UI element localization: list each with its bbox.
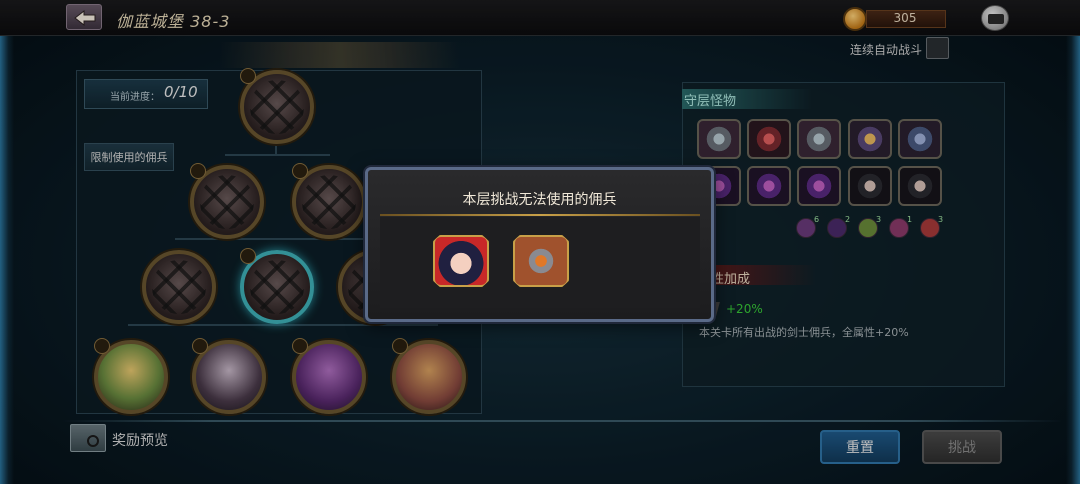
dialog-title: 本层挑战无法使用的佣兵 bbox=[462, 192, 617, 208]
dialog-divider bbox=[380, 214, 700, 216]
restricted-hero-portrait[interactable] bbox=[513, 235, 569, 287]
restricted-hero-portrait[interactable] bbox=[433, 235, 489, 287]
